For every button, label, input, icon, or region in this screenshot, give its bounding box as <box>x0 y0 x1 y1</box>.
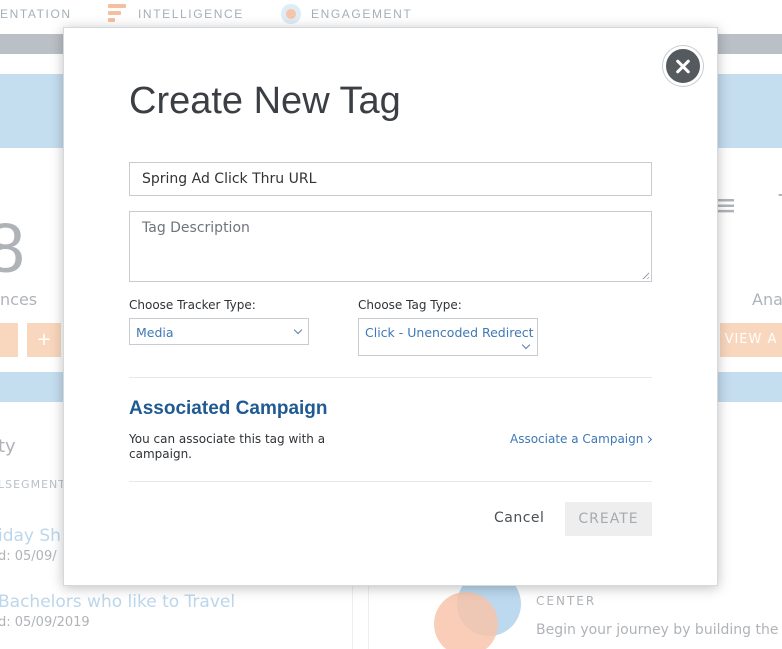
modal-title: Create New Tag <box>129 80 401 122</box>
tracker-type-select[interactable]: Media <box>129 318 309 345</box>
tag-type-select[interactable]: Click - Unencoded Redirect <box>358 318 538 356</box>
close-icon[interactable] <box>663 46 703 86</box>
tracker-type-label: Choose Tracker Type: <box>129 298 256 312</box>
tag-name-input[interactable] <box>129 162 652 196</box>
tracker-type-value: Media <box>136 325 174 340</box>
divider <box>129 481 652 482</box>
associate-campaign-link[interactable]: Associate a Campaign <box>510 432 653 446</box>
associated-campaign-description: You can associate this tag with a campai… <box>129 432 326 461</box>
create-button[interactable]: CREATE <box>565 502 652 536</box>
divider <box>129 377 652 378</box>
tag-type-value: Click - Unencoded Redirect <box>365 325 534 340</box>
chevron-down-icon <box>521 340 531 350</box>
associated-campaign-title: Associated Campaign <box>129 398 328 419</box>
tag-description-input[interactable] <box>129 211 652 282</box>
associate-campaign-link-label: Associate a Campaign <box>510 432 644 446</box>
tag-type-label: Choose Tag Type: <box>358 298 462 312</box>
chevron-right-icon <box>645 435 653 444</box>
cancel-button[interactable]: Cancel <box>494 510 544 526</box>
chevron-down-icon <box>293 325 303 335</box>
